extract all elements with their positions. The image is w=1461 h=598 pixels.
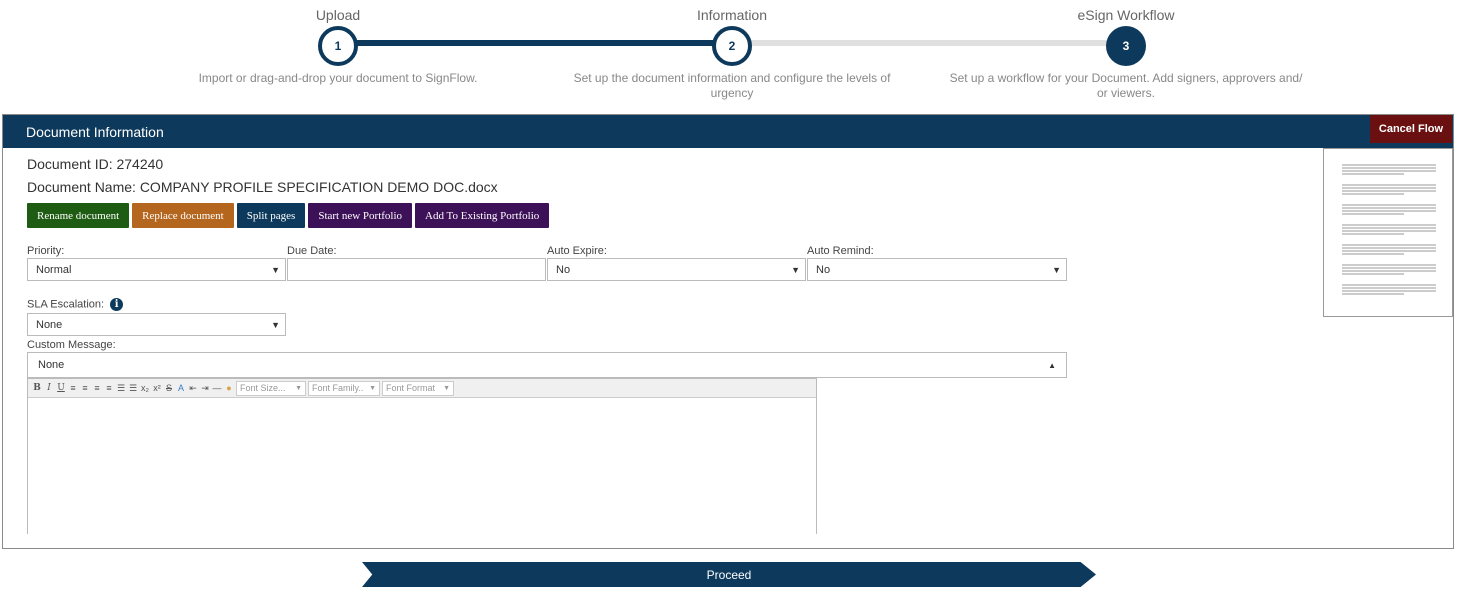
split-pages-button[interactable]: Split pages xyxy=(236,203,306,228)
step-esign-workflow[interactable]: eSign Workflow 3 Set up a workflow for y… xyxy=(926,0,1326,101)
step-title: Upload xyxy=(315,7,361,23)
step-description: Import or drag-and-drop your document to… xyxy=(198,71,478,85)
start-new-portfolio-button[interactable]: Start new Portfolio xyxy=(308,203,413,228)
numbered-list-icon[interactable]: ☰ xyxy=(128,383,138,393)
font-family-label: Font Family.. xyxy=(312,383,364,393)
caret-down-icon: ▼ xyxy=(295,384,302,392)
step-number-circle[interactable]: 3 xyxy=(1106,26,1146,66)
font-size-label: Font Size... xyxy=(240,383,286,393)
align-left-icon[interactable]: ≡ xyxy=(68,383,78,393)
step-information[interactable]: Information 2 Set up the document inform… xyxy=(532,0,932,101)
caret-down-icon: ▼ xyxy=(443,384,450,392)
step-description: Set up a workflow for your Document. Add… xyxy=(949,71,1303,100)
caret-down-icon: ▼ xyxy=(369,384,376,392)
document-thumbnail[interactable] xyxy=(1323,148,1453,317)
step-description: Set up the document information and conf… xyxy=(573,71,891,100)
info-icon[interactable]: i xyxy=(110,298,124,311)
step-title: Information xyxy=(696,7,768,23)
editor-toolbar: B I U ≡ ≡ ≡ ≡ ☰ ☰ x₂ x² S A ⇤ ⇥ ― ● Font… xyxy=(28,379,816,398)
due-date-label: Due Date: xyxy=(287,245,337,257)
caret-up-icon: ▲ xyxy=(1048,360,1056,370)
progress-stepper: Upload 1 Import or drag-and-drop your do… xyxy=(0,0,1461,100)
italic-icon[interactable]: I xyxy=(44,383,54,393)
auto-expire-value: No xyxy=(556,263,571,276)
auto-remind-value: No xyxy=(816,263,831,276)
step-number-circle[interactable]: 2 xyxy=(712,26,752,66)
align-center-icon[interactable]: ≡ xyxy=(80,383,90,393)
subscript-icon[interactable]: x₂ xyxy=(140,383,150,393)
priority-select[interactable]: Normal ▼ xyxy=(27,258,286,281)
caret-down-icon: ▼ xyxy=(271,319,280,330)
proceed-button[interactable]: Proceed xyxy=(362,562,1096,587)
outdent-icon[interactable]: ⇤ xyxy=(188,383,198,393)
font-format-dropdown[interactable]: Font Format ▼ xyxy=(382,380,454,396)
panel-title: Document Information xyxy=(26,123,164,140)
paint-icon[interactable]: ● xyxy=(224,383,234,393)
auto-expire-select[interactable]: No ▼ xyxy=(547,258,806,281)
format-clear-icon[interactable]: A xyxy=(176,383,186,393)
priority-value: Normal xyxy=(36,263,72,276)
align-right-icon[interactable]: ≡ xyxy=(92,383,102,393)
sla-escalation-label-row: SLA Escalation: i xyxy=(27,298,124,311)
step-number-circle[interactable]: 1 xyxy=(318,26,358,66)
indent-icon[interactable]: ⇥ xyxy=(200,383,210,393)
document-information-panel: Document Information Cancel Flow Documen… xyxy=(2,114,1454,549)
rename-document-button[interactable]: Rename document xyxy=(27,203,130,228)
sla-escalation-value: None xyxy=(36,318,63,331)
cancel-flow-button[interactable]: Cancel Flow xyxy=(1370,115,1452,143)
font-family-dropdown[interactable]: Font Family.. ▼ xyxy=(308,380,380,396)
auto-expire-label: Auto Expire: xyxy=(547,245,607,257)
superscript-icon[interactable]: x² xyxy=(152,383,162,393)
caret-down-icon: ▼ xyxy=(1052,264,1061,275)
strikethrough-icon[interactable]: S xyxy=(164,383,174,393)
custom-message-select[interactable]: None ▲ xyxy=(27,352,1067,378)
bold-icon[interactable]: B xyxy=(32,383,42,393)
caret-down-icon: ▼ xyxy=(791,264,800,275)
sla-escalation-select[interactable]: None ▼ xyxy=(27,313,286,336)
auto-remind-select[interactable]: No ▼ xyxy=(807,258,1067,281)
auto-remind-label: Auto Remind: xyxy=(807,245,874,257)
align-justify-icon[interactable]: ≡ xyxy=(104,383,114,393)
document-preview-image xyxy=(1342,164,1436,295)
bullet-list-icon[interactable]: ☰ xyxy=(116,383,126,393)
document-actions: Rename document Replace document Split p… xyxy=(27,203,550,228)
document-name: Document Name: COMPANY PROFILE SPECIFICA… xyxy=(27,179,498,195)
due-date-input[interactable] xyxy=(287,258,546,281)
horizontal-rule-icon[interactable]: ― xyxy=(212,383,222,393)
rich-text-editor: B I U ≡ ≡ ≡ ≡ ☰ ☰ x₂ x² S A ⇤ ⇥ ― ● Font… xyxy=(27,378,817,534)
sla-escalation-label: SLA Escalation: xyxy=(27,298,105,311)
custom-message-label: Custom Message: xyxy=(27,339,116,351)
document-id: Document ID: 274240 xyxy=(27,156,164,172)
editor-content-area[interactable] xyxy=(28,398,816,534)
font-format-label: Font Format xyxy=(386,383,436,393)
priority-label: Priority: xyxy=(27,245,65,257)
caret-down-icon: ▼ xyxy=(271,264,280,275)
font-size-dropdown[interactable]: Font Size... ▼ xyxy=(236,380,306,396)
panel-header: Document Information Cancel Flow xyxy=(3,115,1453,148)
replace-document-button[interactable]: Replace document xyxy=(132,203,234,228)
add-to-existing-portfolio-button[interactable]: Add To Existing Portfolio xyxy=(415,203,550,228)
step-title: eSign Workflow xyxy=(1077,7,1175,23)
underline-icon[interactable]: U xyxy=(56,383,66,393)
custom-message-value: None xyxy=(38,359,65,371)
step-upload[interactable]: Upload 1 Import or drag-and-drop your do… xyxy=(138,0,538,86)
